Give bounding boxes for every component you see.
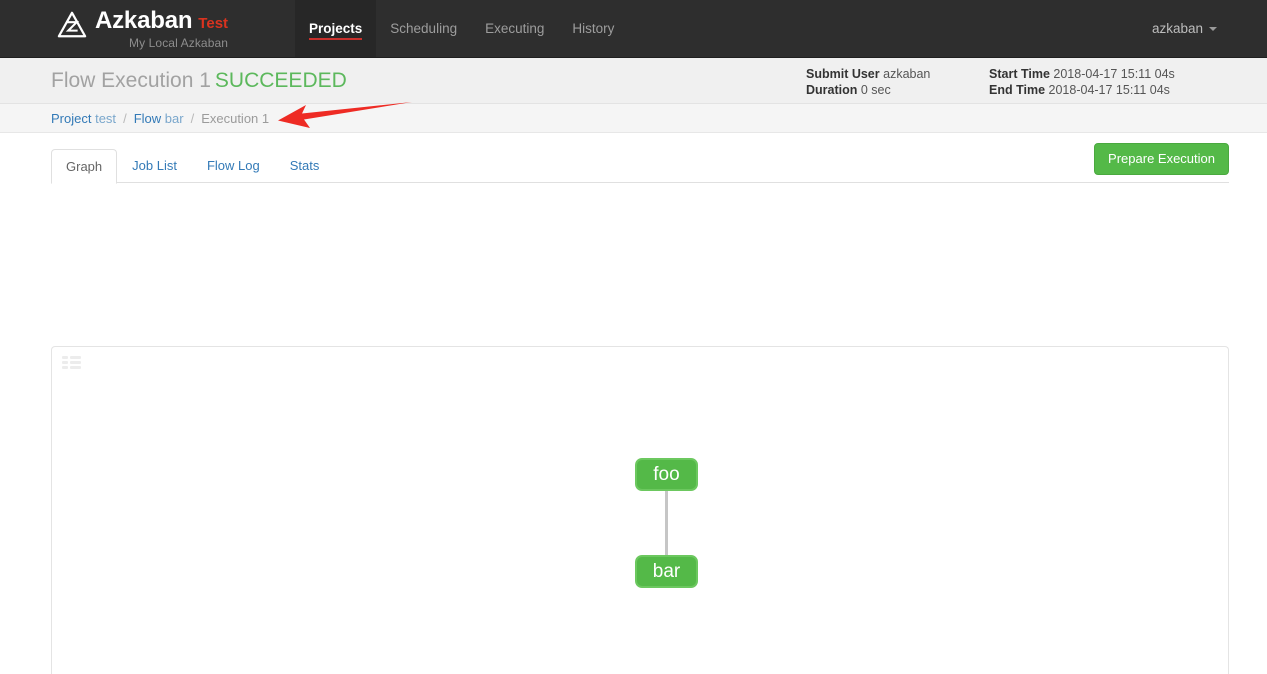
nav-link-history[interactable]: History bbox=[558, 0, 628, 57]
flow-graph-panel: foo bar bbox=[51, 346, 1229, 674]
user-menu-label: azkaban bbox=[1151, 21, 1203, 36]
tab-flow-log[interactable]: Flow Log bbox=[192, 148, 275, 183]
brand-name: Azkaban bbox=[95, 7, 193, 34]
flow-node-bar[interactable]: bar bbox=[635, 555, 698, 588]
main-content: Graph Job List Flow Log Stats Prepare Ex… bbox=[0, 143, 1267, 674]
tabs: Graph Job List Flow Log Stats bbox=[51, 148, 335, 184]
nav-link-projects[interactable]: Projects bbox=[295, 0, 377, 57]
breadcrumb-item-project[interactable]: Project test bbox=[51, 111, 116, 126]
duration-value: 0 sec bbox=[860, 83, 891, 97]
execution-summary-left: Submit User azkaban Duration 0 sec bbox=[806, 66, 930, 98]
start-time-row: Start Time 2018-04-17 15:11 04s bbox=[989, 66, 1175, 82]
flow-node-foo[interactable]: foo bbox=[635, 458, 698, 491]
top-navbar: Azkaban Test My Local Azkaban Projects Sc… bbox=[0, 0, 1267, 58]
prepare-execution-button[interactable]: Prepare Execution bbox=[1094, 143, 1229, 175]
tab-strip: Graph Job List Flow Log Stats Prepare Ex… bbox=[51, 143, 1229, 184]
breadcrumb-flow-prefix: Flow bbox=[133, 110, 162, 126]
start-time-label: Start Time bbox=[989, 67, 1050, 81]
breadcrumb-project-prefix: Project bbox=[51, 110, 92, 126]
breadcrumb-flow-name: bar bbox=[164, 110, 184, 126]
breadcrumb-separator: / bbox=[190, 110, 195, 126]
flow-title-text: Flow Execution 1 bbox=[51, 68, 211, 92]
duration-label: Duration bbox=[806, 83, 858, 97]
breadcrumb-execution-name: 1 bbox=[261, 110, 270, 126]
flow-edge-foo-bar bbox=[665, 491, 668, 555]
duration-row: Duration 0 sec bbox=[806, 82, 930, 98]
page-title: Flow Execution 1 SUCCEEDED bbox=[0, 69, 347, 93]
brand-tag: Test bbox=[198, 15, 229, 32]
breadcrumb-item-flow[interactable]: Flow bar bbox=[134, 111, 184, 126]
breadcrumb-execution-prefix: Execution bbox=[201, 110, 259, 126]
tab-graph[interactable]: Graph bbox=[51, 149, 118, 184]
breadcrumb-bar: Project test / Flow bar / Execution 1 bbox=[0, 104, 1267, 133]
flow-graph-canvas[interactable]: foo bar bbox=[52, 347, 1228, 674]
azkaban-triangle-logo-icon bbox=[57, 11, 87, 38]
execution-summary-right: Start Time 2018-04-17 15:11 04s End Time… bbox=[989, 66, 1175, 98]
brand-block[interactable]: Azkaban Test My Local Azkaban bbox=[0, 0, 238, 57]
end-time-row: End Time 2018-04-17 15:11 04s bbox=[989, 82, 1175, 98]
nav-right: azkaban bbox=[1152, 0, 1267, 57]
status-badge: SUCCEEDED bbox=[214, 68, 347, 92]
submit-user-label: Submit User bbox=[806, 67, 880, 81]
tab-job-list[interactable]: Job List bbox=[117, 148, 192, 183]
nav-link-scheduling[interactable]: Scheduling bbox=[376, 0, 471, 57]
breadcrumb-project-name: test bbox=[95, 110, 117, 126]
tab-stats[interactable]: Stats bbox=[275, 148, 335, 183]
user-menu[interactable]: azkaban bbox=[1152, 21, 1217, 36]
breadcrumb-separator: / bbox=[123, 110, 127, 126]
submit-user-value: azkaban bbox=[883, 67, 931, 81]
chevron-down-icon bbox=[1209, 26, 1217, 31]
brand-subtitle: My Local Azkaban bbox=[129, 36, 229, 50]
submit-user-row: Submit User azkaban bbox=[806, 66, 930, 82]
end-time-label: End Time bbox=[989, 83, 1046, 97]
nav-links: Projects Scheduling Executing History bbox=[295, 0, 628, 57]
breadcrumb-item-execution: Execution 1 bbox=[201, 111, 269, 126]
execution-title-bar: Flow Execution 1 SUCCEEDED Submit User az… bbox=[0, 58, 1267, 104]
start-time-value: 2018-04-17 15:11 04s bbox=[1053, 67, 1175, 81]
nav-link-executing[interactable]: Executing bbox=[471, 0, 558, 57]
end-time-value: 2018-04-17 15:11 04s bbox=[1048, 83, 1170, 97]
breadcrumb: Project test / Flow bar / Execution 1 bbox=[0, 111, 269, 126]
